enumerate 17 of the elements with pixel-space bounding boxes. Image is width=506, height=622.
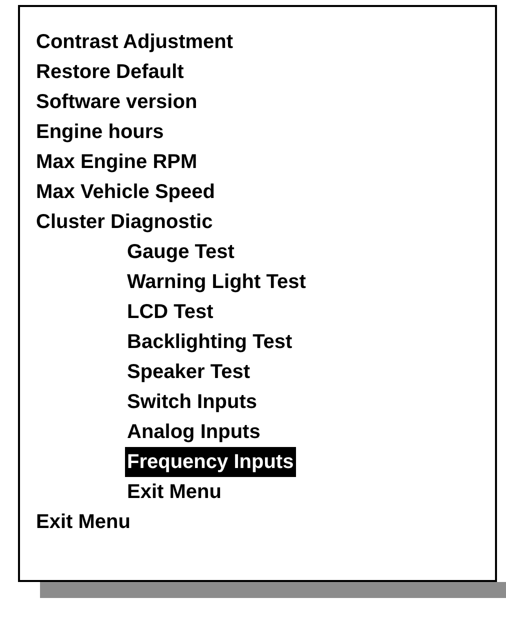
menu-item[interactable]: Exit Menu: [34, 507, 132, 537]
menu-item[interactable]: Software version: [34, 87, 200, 117]
menu-item[interactable]: Max Engine RPM: [34, 147, 200, 177]
menu-item[interactable]: Max Vehicle Speed: [34, 177, 217, 207]
menu-item[interactable]: Analog Inputs: [125, 417, 262, 447]
menu-item[interactable]: Gauge Test: [125, 237, 236, 267]
menu-item[interactable]: Backlighting Test: [125, 327, 294, 357]
menu-item[interactable]: Restore Default: [34, 57, 186, 87]
menu-item[interactable]: Speaker Test: [125, 357, 252, 387]
menu-item[interactable]: Cluster Diagnostic: [34, 207, 215, 237]
menu-item[interactable]: Warning Light Test: [125, 267, 308, 297]
menu-item[interactable]: Switch Inputs: [125, 387, 259, 417]
menu-item[interactable]: Frequency Inputs: [125, 447, 296, 477]
menu-item[interactable]: Contrast Adjustment: [34, 27, 236, 57]
menu-item[interactable]: LCD Test: [125, 297, 216, 327]
menu-item[interactable]: Engine hours: [34, 117, 166, 147]
menu-item[interactable]: Exit Menu: [125, 477, 224, 507]
